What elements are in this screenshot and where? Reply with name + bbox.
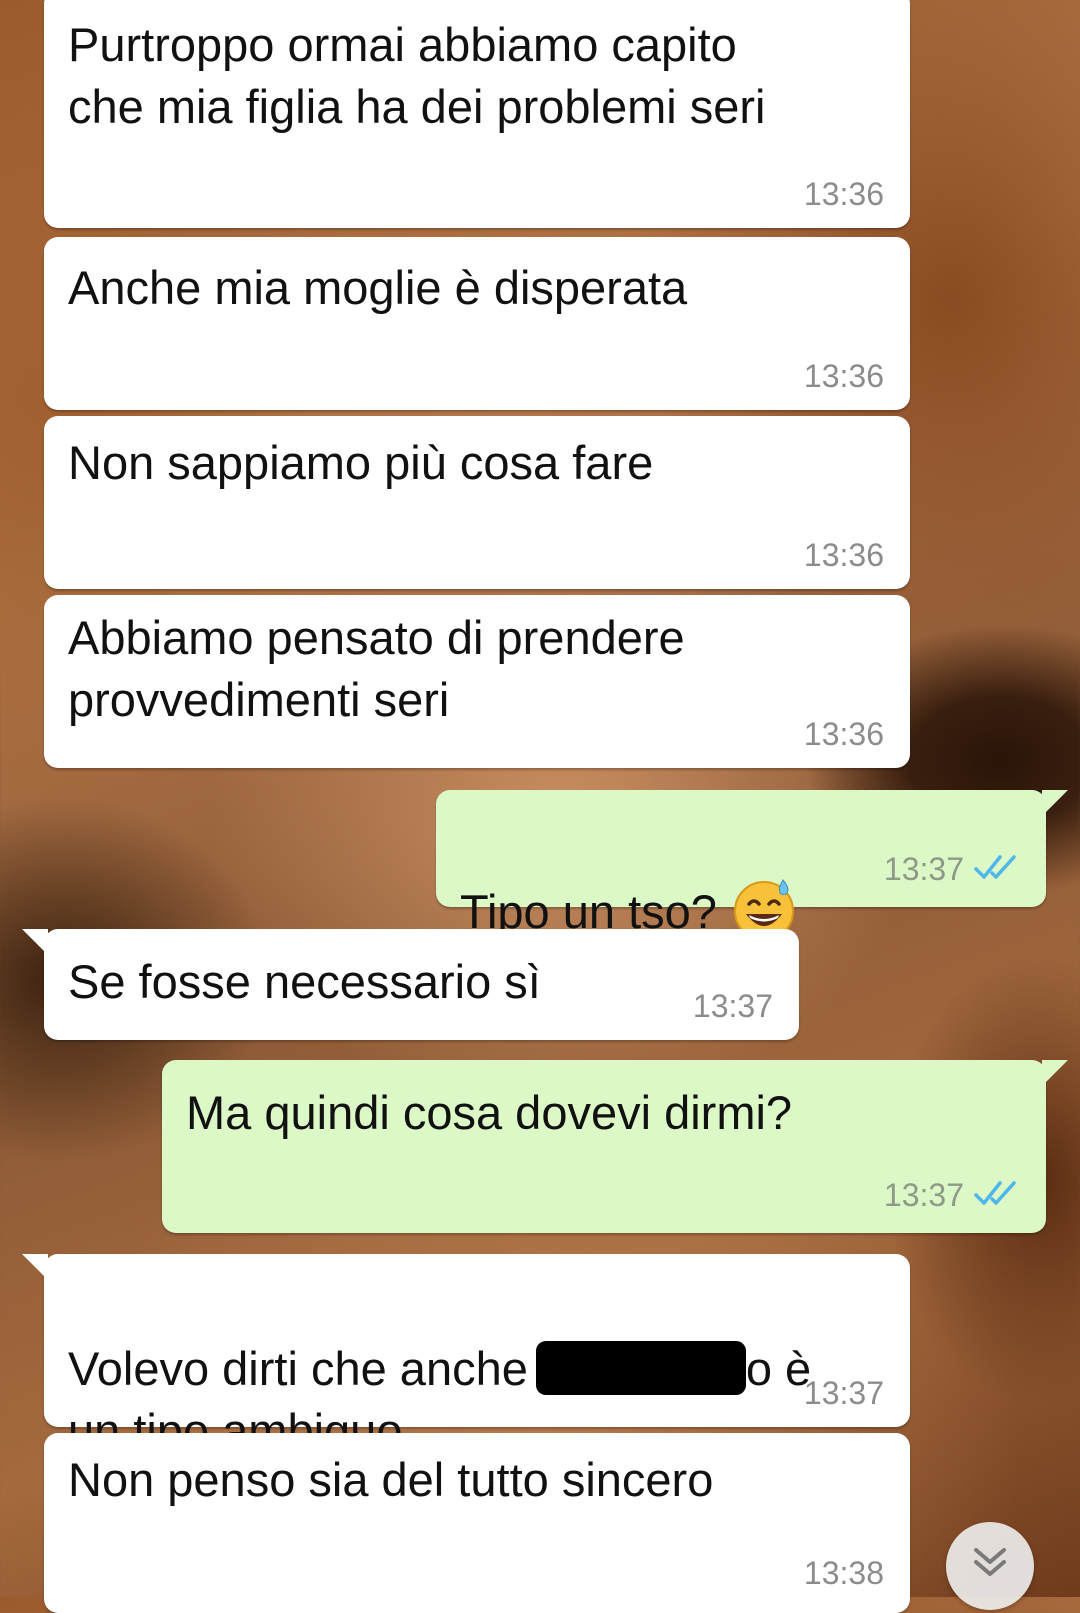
redaction-box xyxy=(535,1341,746,1395)
message-timestamp: 13:37 xyxy=(692,988,773,1024)
message-text: Tipo un tso? xyxy=(460,814,797,943)
message-timestamp: 13:37 xyxy=(883,1177,964,1213)
read-receipt-icon xyxy=(974,855,1016,879)
read-receipt-icon xyxy=(974,1181,1016,1205)
message-bubble-incoming[interactable]: Non penso sia del tutto sincero 13:38 xyxy=(44,1433,910,1613)
message-bubble-incoming[interactable]: Abbiamo pensato di prendere provvediment… xyxy=(44,595,910,768)
message-timestamp: 13:36 xyxy=(803,537,884,573)
message-text: Abbiamo pensato di prendere provvediment… xyxy=(68,611,685,726)
message-bubble-incoming[interactable]: Non sappiamo più cosa fare 13:36 xyxy=(44,416,910,589)
message-bubble-incoming[interactable]: Purtroppo ormai abbiamo capito che mia f… xyxy=(44,0,910,228)
bubble-tail xyxy=(1042,1060,1068,1086)
message-timestamp: 13:38 xyxy=(803,1555,884,1591)
double-chevron-down-icon xyxy=(974,1548,1006,1576)
message-text: Non sappiamo più cosa fare xyxy=(68,436,654,489)
message-timestamp: 13:37 xyxy=(883,851,964,887)
bubble-tail xyxy=(22,1254,48,1280)
message-bubble-incoming[interactable]: Anche mia moglie è disperata 13:36 xyxy=(44,237,910,410)
message-bubble-outgoing[interactable]: Ma quindi cosa dovevi dirmi? 13:37 xyxy=(162,1060,1068,1233)
message-text: Non penso sia del tutto sincero xyxy=(68,1453,714,1506)
message-text: Anche mia moglie è disperata xyxy=(68,261,688,314)
message-timestamp: 13:37 xyxy=(803,1375,884,1411)
message-timestamp: 13:36 xyxy=(803,358,884,394)
bubble-tail xyxy=(22,929,48,955)
message-text: Ma quindi cosa dovevi dirmi? xyxy=(186,1086,793,1139)
message-timestamp: 13:36 xyxy=(803,176,884,212)
message-bubble-outgoing[interactable]: Tipo un tso? 13:37 xyxy=(436,790,1068,941)
message-bubble-incoming[interactable]: Volevo dirti che anche o è un tipo ambiguo… xyxy=(22,1254,910,1457)
message-text: Purtroppo ormai abbiamo capito che mia f… xyxy=(68,18,766,133)
chat-thread: Purtroppo ormai abbiamo capito che mia f… xyxy=(0,0,1080,1613)
message-text: Se fosse necessario sì xyxy=(68,955,541,1008)
message-text-after: o è xyxy=(745,1342,812,1395)
message-bubble-incoming[interactable]: Se fosse necessario sì 13:37 xyxy=(22,929,799,1040)
message-text-before: Volevo dirti che anche xyxy=(68,1342,528,1395)
bubble-tail xyxy=(1042,790,1068,816)
message-timestamp: 13:36 xyxy=(803,716,884,752)
